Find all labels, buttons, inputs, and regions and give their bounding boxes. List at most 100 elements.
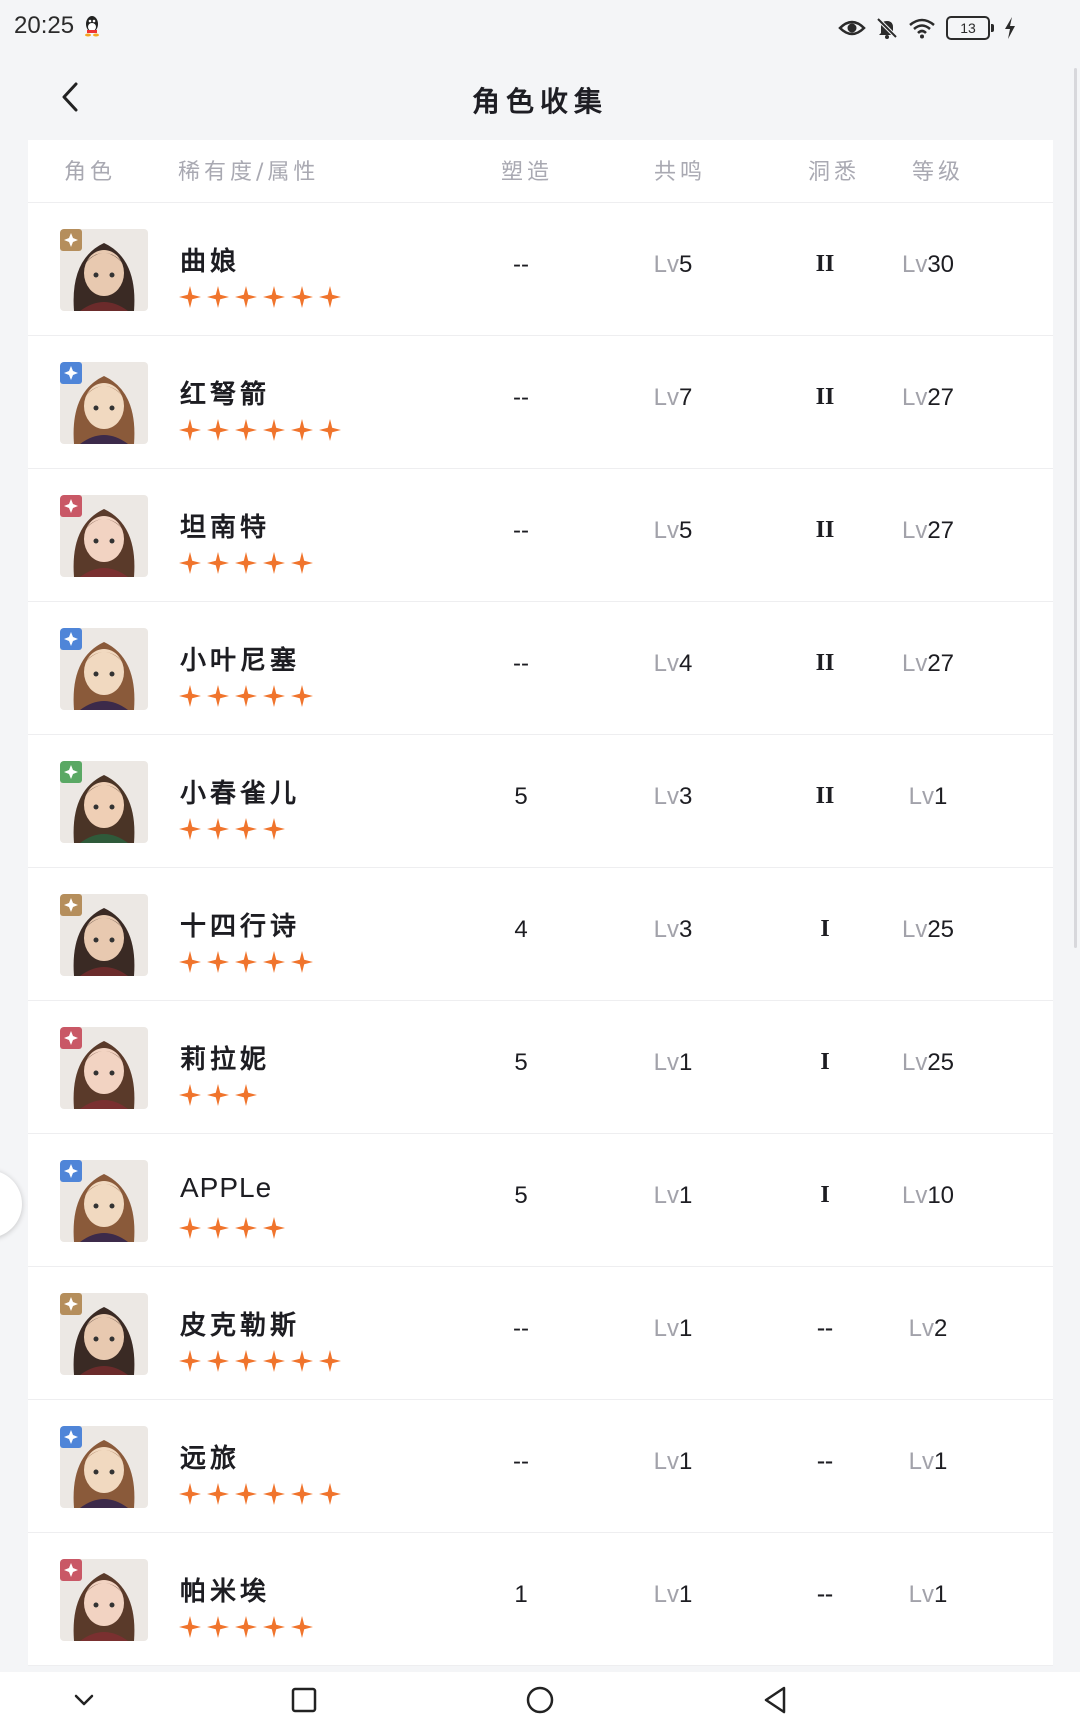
character-avatar (60, 495, 148, 577)
character-name: 远旅 (180, 1444, 241, 1474)
level-number: 27 (927, 384, 955, 411)
level-value: Lv25 (873, 1049, 983, 1077)
table-row[interactable]: 帕米埃 1 Lv1 -- Lv1 (28, 1533, 1053, 1666)
character-avatar (60, 1559, 148, 1641)
shape-value: 5 (514, 1049, 528, 1076)
level-number: 27 (927, 517, 955, 544)
table-row[interactable]: 红弩箭 -- Lv7 II Lv27 (28, 336, 1053, 469)
star-icon (263, 1483, 285, 1505)
resonance-prefix: Lv (653, 1182, 679, 1209)
floating-window-tab[interactable] (0, 1170, 22, 1238)
table-row[interactable]: 小春雀儿 5 Lv3 II Lv1 (28, 735, 1053, 868)
character-avatar (60, 1426, 148, 1508)
star-icon (235, 1217, 257, 1239)
character-name: 曲娘 (180, 247, 241, 277)
star-icon (207, 1084, 229, 1106)
charging-icon (1005, 17, 1015, 39)
shape-value: 1 (514, 1581, 528, 1608)
navigation-bar (0, 1672, 1080, 1728)
star-icon (319, 1350, 341, 1372)
character-avatar (60, 761, 148, 843)
character-name: 红弩箭 (180, 380, 271, 410)
star-icon (207, 419, 229, 441)
character-table: 角色 稀有度/属性 塑造 共鸣 洞悉 等级 曲娘 -- Lv5 II Lv30 红弩箭 --… (28, 140, 1053, 1666)
table-row[interactable]: 莉拉妮 5 Lv1 I Lv25 (28, 1001, 1053, 1134)
level-value: Lv10 (873, 1182, 983, 1210)
star-element-icon (60, 362, 82, 384)
character-name: APPLe (180, 1172, 273, 1203)
level-value: Lv27 (873, 517, 983, 545)
star-icon (179, 1350, 201, 1372)
column-shape: 塑造 (501, 160, 554, 185)
table-row[interactable]: 远旅 -- Lv1 -- Lv1 (28, 1400, 1053, 1533)
eye-icon (838, 20, 866, 36)
column-insight: 洞悉 (808, 160, 861, 185)
star-icon (207, 1483, 229, 1505)
resonance-number: 7 (679, 384, 693, 411)
star-icon (235, 419, 257, 441)
character-avatar (60, 628, 148, 710)
chevron-down-icon[interactable] (64, 1680, 104, 1720)
resonance-value: Lv5 (618, 251, 728, 279)
star-icon (291, 951, 313, 973)
back-triangle-icon[interactable] (756, 1680, 796, 1720)
earth-element-icon (60, 894, 82, 916)
star-icon (291, 552, 313, 574)
table-row[interactable]: APPLe 5 Lv1 I Lv10 (28, 1134, 1053, 1267)
level-prefix: Lv (908, 783, 934, 810)
resonance-value: Lv5 (618, 517, 728, 545)
plant-element-icon (60, 761, 82, 783)
level-number: 1 (934, 1448, 948, 1475)
beast-element-icon (60, 1027, 82, 1049)
shape-value: -- (513, 384, 529, 411)
shape-value: -- (513, 1315, 529, 1342)
star-icon (179, 286, 201, 308)
star-icon (235, 818, 257, 840)
table-row[interactable]: 曲娘 -- Lv5 II Lv30 (28, 203, 1053, 336)
star-icon (179, 685, 201, 707)
recents-icon[interactable] (284, 1680, 324, 1720)
insight-value: II (815, 251, 835, 277)
star-icon (291, 419, 313, 441)
insight-value: -- (817, 1448, 833, 1474)
star-icon (291, 1350, 313, 1372)
table-row[interactable]: 皮克勒斯 -- Lv1 -- Lv2 (28, 1267, 1053, 1400)
character-name: 十四行诗 (180, 912, 301, 942)
insight-value: -- (817, 1315, 833, 1341)
level-prefix: Lv (901, 251, 928, 278)
battery-level: 13 (946, 16, 990, 40)
level-number: 27 (927, 650, 955, 677)
table-row[interactable]: 坦南特 -- Lv5 II Lv27 (28, 469, 1053, 602)
table-row[interactable]: 小叶尼塞 -- Lv4 II Lv27 (28, 602, 1053, 735)
rarity-stars (178, 817, 286, 841)
star-icon (179, 951, 201, 973)
resonance-number: 1 (679, 1049, 693, 1076)
table-row[interactable]: 十四行诗 4 Lv3 I Lv25 (28, 868, 1053, 1001)
resonance-number: 1 (679, 1581, 693, 1608)
star-icon (207, 552, 229, 574)
shape-value: -- (513, 1448, 529, 1475)
home-icon[interactable] (520, 1680, 560, 1720)
level-prefix: Lv (908, 1448, 934, 1475)
rarity-stars (178, 1482, 342, 1506)
table-body: 曲娘 -- Lv5 II Lv30 红弩箭 -- Lv7 II Lv27 坦南特 -- Lv5 II Lv2… (28, 203, 1053, 1666)
star-icon (207, 685, 229, 707)
star-icon (319, 1483, 341, 1505)
rarity-stars (178, 1615, 314, 1639)
resonance-number: 1 (679, 1182, 693, 1209)
resonance-prefix: Lv (653, 517, 679, 544)
resonance-number: 1 (679, 1315, 693, 1342)
rarity-stars (178, 1083, 258, 1107)
resonance-number: 5 (679, 251, 693, 278)
star-icon (207, 1217, 229, 1239)
star-icon (263, 552, 285, 574)
qq-icon (85, 16, 99, 37)
character-name: 小叶尼塞 (180, 646, 301, 676)
level-number: 25 (927, 916, 955, 943)
star-icon (207, 286, 229, 308)
star-icon (179, 1483, 201, 1505)
shape-value: -- (513, 650, 529, 677)
scrollbar[interactable] (1074, 68, 1077, 948)
insight-value: II (815, 650, 835, 676)
level-prefix: Lv (901, 517, 928, 544)
